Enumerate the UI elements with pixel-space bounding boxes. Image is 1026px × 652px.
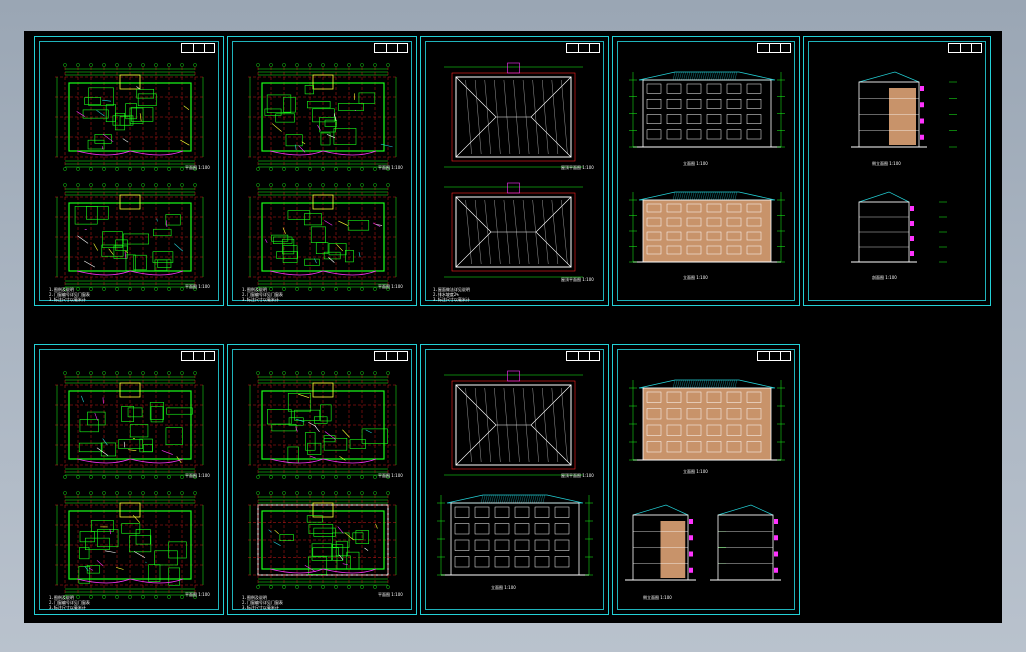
drawing-sheet-floor-plans-1[interactable]: 平面图 1:100 平面图 1:100 1.图例及说明 2.门窗编号详见门窗表 3.… (34, 36, 224, 306)
drawing-sheet-floor-plans-3[interactable]: 平面图 1:100 平面图 1:100 1.图例及说明 2.门窗编号详见门窗表 3.… (34, 344, 224, 615)
drawing-sheet-elevation-and-side[interactable]: 立面图 1:100 侧立面图 1:100 (612, 344, 800, 615)
drawing-sheet-floor-plans-4[interactable]: 平面图 1:100 平面图 1:100 1.图例及说明 2.门窗编号详见门窗表 3.… (227, 344, 417, 615)
sheet-drawing (851, 71, 957, 263)
sheet-drawing (444, 62, 583, 278)
roof-caption-upper: 屋顶平面图 1:100 (561, 165, 594, 170)
plan-caption-upper: 平面图 1:100 (378, 473, 403, 478)
side-elevation-caption: 侧立面图 1:100 (643, 595, 672, 600)
sheet-drawing (629, 71, 785, 263)
sheet-drawing (248, 63, 398, 291)
sheet-notes: 1.图例及说明 2.门窗编号详见门窗表 3.标注尺寸以毫米计 (242, 595, 283, 610)
sheet-drawing (625, 379, 785, 581)
plan-caption-lower: 平面图 1:100 (185, 284, 210, 289)
drawing-sheet-sections[interactable]: 侧立面图 1:100 剖面图 1:100 (803, 36, 991, 306)
drawing-sheet-roof-and-elevation[interactable]: 屋顶平面图 1:100 立面图 1:100 (420, 344, 609, 615)
cad-drawing-canvas[interactable]: 平面图 1:100 平面图 1:100 1.图例及说明 2.门窗编号详见门窗表 3.… (24, 31, 1002, 623)
drawing-sheet-floor-plans-2[interactable]: 平面图 1:100 平面图 1:100 1.图例及说明 2.门窗编号详见门窗表 3.… (227, 36, 417, 306)
plan-caption-lower: 平面图 1:100 (378, 592, 403, 597)
roof-caption-lower: 屋顶平面图 1:100 (561, 277, 594, 282)
elevation-caption: 立面图 1:100 (683, 469, 708, 474)
sheet-notes: 1.屋面做法详见说明 2.排水坡度2% 3.标注尺寸以毫米计 (433, 287, 470, 302)
section-caption-lower: 剖面图 1:100 (872, 275, 897, 280)
plan-caption-upper: 平面图 1:100 (185, 165, 210, 170)
sheet-drawing (55, 63, 205, 291)
section-caption-upper: 侧立面图 1:100 (872, 161, 901, 166)
sheet-drawing (437, 370, 593, 576)
plan-caption-lower: 平面图 1:100 (185, 592, 210, 597)
drawing-sheet-roof-plan[interactable]: 屋顶平面图 1:100 屋顶平面图 1:100 1.屋面做法详见说明 2.排水坡度… (420, 36, 609, 306)
drawing-sheet-elevations[interactable]: 立面图 1:100 立面图 1:100 (612, 36, 800, 306)
elevation-caption: 立面图 1:100 (491, 585, 516, 590)
plan-caption-lower: 平面图 1:100 (378, 284, 403, 289)
sheet-drawing (248, 371, 398, 589)
sheet-drawing (55, 371, 205, 599)
elevation-caption-lower: 立面图 1:100 (683, 275, 708, 280)
roof-caption: 屋顶平面图 1:100 (561, 473, 594, 478)
elevation-caption-upper: 立面图 1:100 (683, 161, 708, 166)
sheet-notes: 1.图例及说明 2.门窗编号详见门窗表 3.标注尺寸以毫米计 (49, 287, 90, 302)
plan-caption-upper: 平面图 1:100 (378, 165, 403, 170)
plan-caption-upper: 平面图 1:100 (185, 473, 210, 478)
sheet-notes: 1.图例及说明 2.门窗编号详见门窗表 3.标注尺寸以毫米计 (242, 287, 283, 302)
sheet-notes: 1.图例及说明 2.门窗编号详见门窗表 3.标注尺寸以毫米计 (49, 595, 90, 610)
